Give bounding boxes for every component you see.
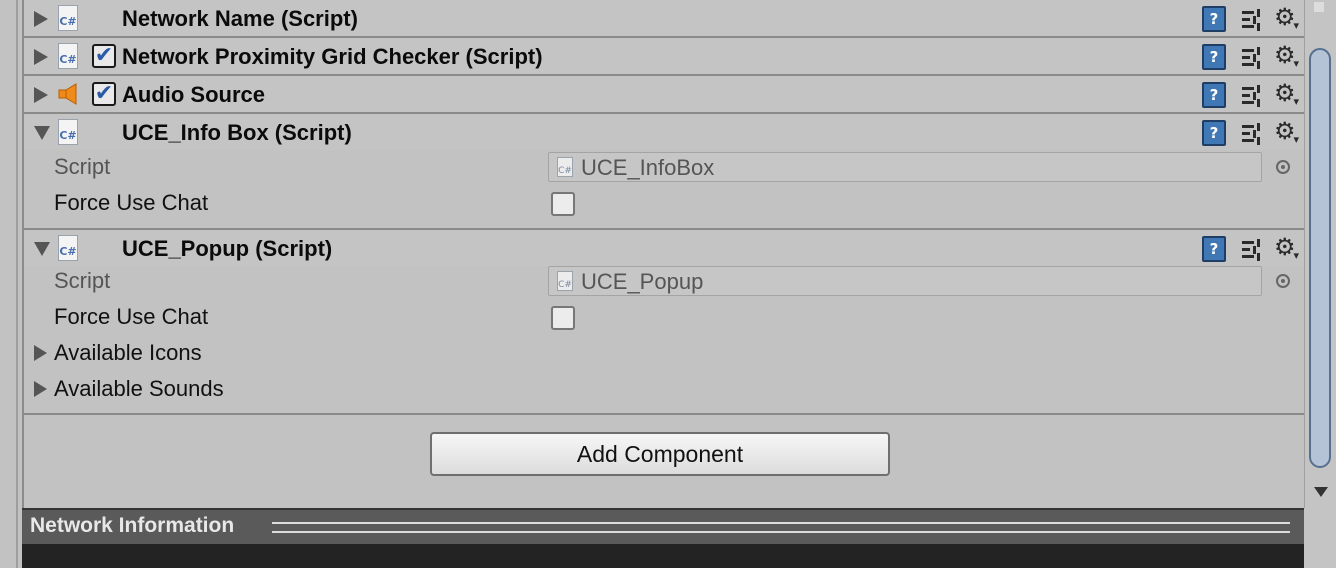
component-title: UCE_Info Box (Script) <box>122 120 352 145</box>
foldout-arrow-icon[interactable] <box>34 345 47 361</box>
object-picker-icon[interactable] <box>1276 274 1290 288</box>
component-title: Network Name (Script) <box>122 6 358 31</box>
foldout-arrow-icon[interactable] <box>34 49 48 65</box>
enabled-checkbox[interactable]: ✔ <box>92 82 116 106</box>
help-book-icon[interactable]: ? <box>1202 82 1226 108</box>
network-information-header[interactable]: Network Information <box>22 508 1304 544</box>
csharp-script-icon: C# <box>58 119 78 145</box>
available-sounds-foldout[interactable]: Available Sounds <box>54 376 224 402</box>
foldout-arrow-icon[interactable] <box>34 11 48 27</box>
scrollbar-thumb[interactable] <box>1309 48 1331 468</box>
component-header-uce-popup[interactable]: C# UCE_Popup (Script) ? ⚙▾ <box>24 230 1306 266</box>
csharp-script-icon: C# <box>58 5 78 31</box>
csharp-script-icon: C# <box>557 271 573 291</box>
left-panel-edge <box>0 0 16 568</box>
presets-icon[interactable] <box>1240 237 1264 261</box>
enabled-checkbox[interactable]: ✔ <box>92 44 116 68</box>
vertical-scrollbar[interactable] <box>1304 0 1336 508</box>
force-use-chat-checkbox[interactable] <box>551 192 575 216</box>
network-information-panel: Network Information <box>22 508 1304 568</box>
foldout-arrow-expanded-icon[interactable] <box>34 126 50 140</box>
force-use-chat-label: Force Use Chat <box>54 304 209 329</box>
script-label: Script <box>54 268 111 293</box>
foldout-arrow-icon[interactable] <box>34 381 47 397</box>
component-title: Audio Source <box>122 82 266 107</box>
component-header-network-name[interactable]: C# Network Name (Script) ? ⚙▾ <box>24 0 1306 38</box>
presets-icon[interactable] <box>1240 83 1264 107</box>
presets-icon[interactable] <box>1240 45 1264 69</box>
force-use-chat-checkbox[interactable] <box>551 306 575 330</box>
csharp-script-icon: C# <box>58 43 78 69</box>
gear-menu-icon[interactable]: ⚙▾ <box>1274 40 1299 79</box>
presets-icon[interactable] <box>1240 121 1264 145</box>
component-title: UCE_Popup (Script) <box>122 236 333 261</box>
inspector-panel: C# Network Name (Script) ? ⚙▾ C# ✔ Netwo… <box>22 0 1306 508</box>
script-label: Script <box>54 154 111 179</box>
network-information-title: Network Information <box>30 514 235 537</box>
foldout-arrow-expanded-icon[interactable] <box>34 242 50 256</box>
presets-icon[interactable] <box>1240 7 1264 31</box>
help-book-icon[interactable]: ? <box>1202 236 1226 262</box>
script-field-value: UCE_InfoBox <box>581 155 715 180</box>
script-object-field[interactable]: C# UCE_Popup <box>548 266 1262 296</box>
component-divider <box>24 413 1306 415</box>
right-panel-edge <box>1304 508 1336 568</box>
help-book-icon[interactable]: ? <box>1202 120 1226 146</box>
drag-grip-icon[interactable] <box>272 522 1290 533</box>
script-field-value: UCE_Popup <box>581 269 704 294</box>
script-object-field[interactable]: C# UCE_InfoBox <box>548 152 1262 182</box>
component-header-uce-info-box[interactable]: C# UCE_Info Box (Script) ? ⚙▾ <box>24 114 1306 150</box>
csharp-script-icon: C# <box>58 235 78 261</box>
force-use-chat-label: Force Use Chat <box>54 190 209 215</box>
panel-splitter[interactable] <box>16 0 18 568</box>
component-header-audio-source[interactable]: ✔ Audio Source ? ⚙▾ <box>24 76 1306 114</box>
add-component-button[interactable]: Add Component <box>430 432 890 476</box>
gear-menu-icon[interactable]: ⚙▾ <box>1274 116 1299 155</box>
object-picker-icon[interactable] <box>1276 160 1290 174</box>
available-icons-foldout[interactable]: Available Icons <box>54 340 202 366</box>
gear-menu-icon[interactable]: ⚙▾ <box>1274 232 1299 271</box>
speaker-icon <box>58 83 77 105</box>
csharp-script-icon: C# <box>557 157 573 177</box>
scroll-down-arrow-icon[interactable] <box>1314 487 1328 497</box>
gear-menu-icon[interactable]: ⚙▾ <box>1274 78 1299 117</box>
help-book-icon[interactable]: ? <box>1202 44 1226 70</box>
help-book-icon[interactable]: ? <box>1202 6 1226 32</box>
foldout-arrow-icon[interactable] <box>34 87 48 103</box>
component-title: Network Proximity Grid Checker (Script) <box>122 44 543 69</box>
scroll-up-area[interactable] <box>1314 2 1324 12</box>
component-header-network-proximity[interactable]: C# ✔ Network Proximity Grid Checker (Scr… <box>24 38 1306 76</box>
gear-menu-icon[interactable]: ⚙▾ <box>1274 2 1299 41</box>
